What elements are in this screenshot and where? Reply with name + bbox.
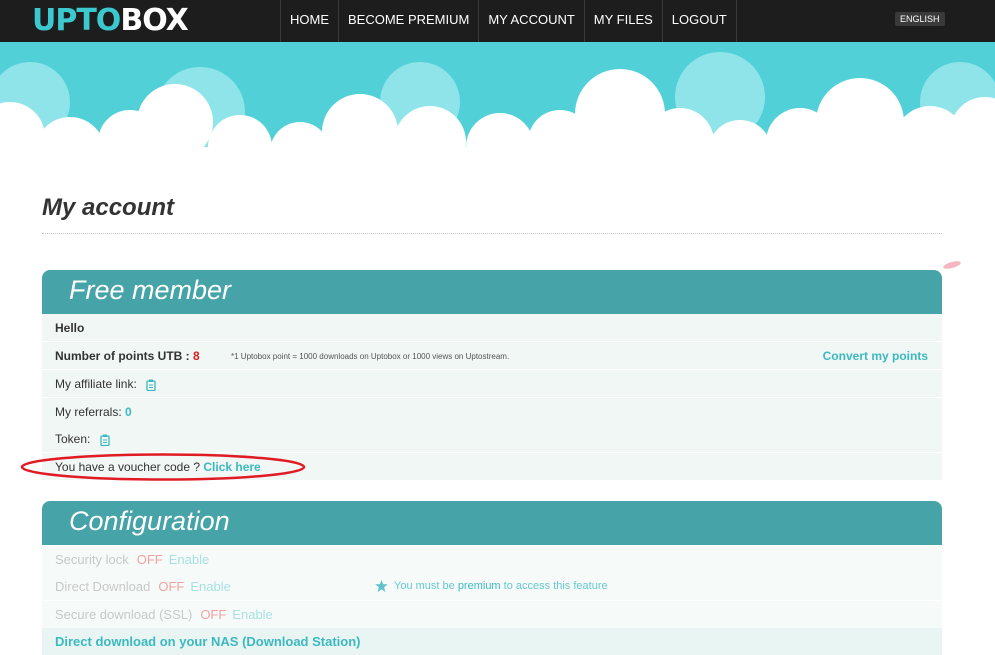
uptobox-logo[interactable]: UPTO BOX xyxy=(32,2,189,38)
token-row: Token: xyxy=(42,425,942,453)
convert-points-link[interactable]: Convert my points xyxy=(823,349,928,363)
referrals-row: My referrals: 0 xyxy=(42,398,942,426)
security-lock-status: OFF xyxy=(136,552,163,567)
cloud-banner xyxy=(0,42,995,170)
free-member-heading: Free member xyxy=(69,275,232,305)
direct-download-enable-link[interactable]: Enable xyxy=(190,579,230,594)
secure-download-status: OFF xyxy=(200,607,227,622)
logo-box-text: BOX xyxy=(120,2,188,38)
nav-my-files[interactable]: MY FILES xyxy=(583,0,662,42)
nav-my-account[interactable]: MY ACCOUNT xyxy=(478,0,583,42)
security-lock-group: Security lock OFF Enable xyxy=(55,552,209,567)
title-divider xyxy=(42,233,942,234)
nas-download-row: Direct download on your NAS (Download St… xyxy=(42,628,942,655)
premium-note-prefix: You must be xyxy=(394,580,455,592)
voucher-row: You have a voucher code ? Click here xyxy=(42,453,942,481)
points-row: Number of points UTB : 8 *1 Uptobox poin… xyxy=(42,342,942,370)
direct-download-status: OFF xyxy=(158,579,185,594)
configuration-header: Configuration xyxy=(42,501,942,545)
token-group: Token: xyxy=(55,432,110,446)
security-lock-label: Security lock xyxy=(55,552,129,567)
referrals-group: My referrals: 0 xyxy=(55,405,132,419)
nav-home[interactable]: HOME xyxy=(280,0,338,42)
star-icon xyxy=(375,580,388,593)
hello-text: Hello xyxy=(55,321,85,335)
secure-download-group: Secure download (SSL) OFF Enable xyxy=(55,607,273,622)
premium-link[interactable]: premium xyxy=(458,580,501,592)
points-note: *1 Uptobox point = 1000 downloads on Upt… xyxy=(231,352,510,361)
main-nav: HOME BECOME PREMIUM MY ACCOUNT MY FILES … xyxy=(280,0,737,42)
affiliate-row: My affiliate link: xyxy=(42,370,942,398)
secure-download-label: Secure download (SSL) xyxy=(55,607,193,622)
voucher-text: You have a voucher code ? xyxy=(55,460,201,474)
premium-required-note: You must be premium to access this featu… xyxy=(375,580,608,593)
language-selector[interactable]: ENGLISH xyxy=(895,12,945,26)
voucher-group: You have a voucher code ? Click here xyxy=(55,460,261,474)
token-label: Token: xyxy=(55,432,91,446)
petal-decoration xyxy=(943,261,961,269)
nav-become-premium[interactable]: BECOME PREMIUM xyxy=(338,0,478,42)
secure-download-row: Secure download (SSL) OFF Enable xyxy=(42,601,942,628)
clipboard-icon[interactable] xyxy=(100,434,110,446)
hello-row: Hello xyxy=(42,314,942,342)
security-lock-row: Security lock OFF Enable xyxy=(42,546,942,573)
direct-download-group: Direct Download OFF Enable xyxy=(55,579,231,594)
secure-download-enable-link[interactable]: Enable xyxy=(232,607,272,622)
points-value: 8 xyxy=(193,349,200,363)
direct-download-label: Direct Download xyxy=(55,579,151,594)
referrals-count[interactable]: 0 xyxy=(125,405,132,419)
referrals-label: My referrals: xyxy=(55,405,122,419)
clipboard-icon[interactable] xyxy=(146,379,156,391)
direct-download-row: Direct Download OFF Enable You must be pre… xyxy=(42,573,942,600)
page-title: My account xyxy=(42,194,175,221)
points-group: Number of points UTB : 8 xyxy=(55,349,200,363)
top-bar: UPTO BOX HOME BECOME PREMIUM MY ACCOUNT M… xyxy=(0,0,995,42)
premium-note-suffix: to access this feature xyxy=(503,580,608,592)
affiliate-label: My affiliate link: xyxy=(55,377,137,391)
nav-logout[interactable]: LOGOUT xyxy=(661,0,737,42)
security-lock-enable-link[interactable]: Enable xyxy=(169,552,209,567)
points-label: Number of points UTB : xyxy=(55,349,190,363)
affiliate-group: My affiliate link: xyxy=(55,377,156,391)
configuration-heading: Configuration xyxy=(69,506,230,536)
nas-download-link[interactable]: Direct download on your NAS (Download St… xyxy=(55,634,361,649)
logo-upto-text: UPTO xyxy=(32,2,121,38)
free-member-header: Free member xyxy=(42,270,942,314)
voucher-click-here-link[interactable]: Click here xyxy=(203,460,260,474)
